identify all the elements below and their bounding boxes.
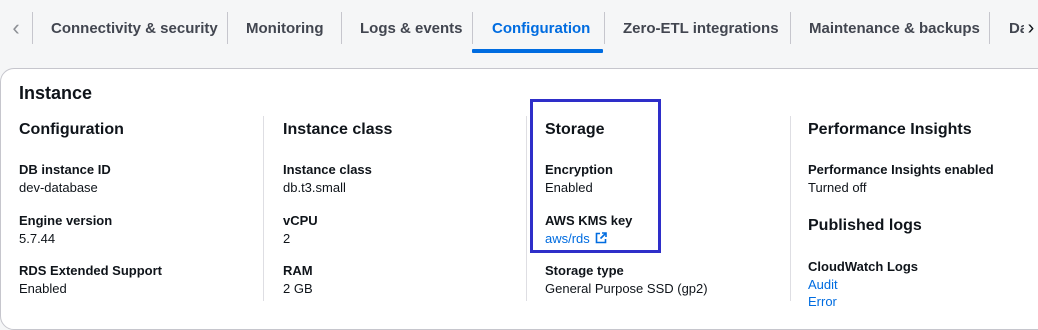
tab-connectivity-security[interactable]: Connectivity & security <box>32 12 237 44</box>
audit-log-link[interactable]: Audit <box>808 277 838 292</box>
storage-type-value: General Purpose SSD (gp2) <box>545 281 708 296</box>
column-divider <box>263 116 264 301</box>
engine-version-label: Engine version <box>19 213 113 228</box>
ram-value: 2 GB <box>283 281 313 296</box>
column-divider <box>526 116 527 301</box>
vcpu-value: 2 <box>283 231 291 246</box>
tab-maintenance-backups[interactable]: Maintenance & backups <box>790 12 999 44</box>
storage-type-label: Storage type <box>545 263 624 278</box>
tab-data[interactable]: Da <box>990 12 1024 44</box>
tab-configuration[interactable]: Configuration <box>473 12 609 44</box>
instance-panel <box>0 68 1038 330</box>
cloudwatch-logs-label: CloudWatch Logs <box>808 259 919 274</box>
configuration-section-title: Configuration <box>19 121 124 138</box>
tab-zero-etl-integrations[interactable]: Zero-ETL integrations <box>604 12 798 44</box>
ram-label: RAM <box>283 263 313 278</box>
tab-logs-events[interactable]: Logs & events <box>341 12 482 44</box>
tab-overflow-clip: Da <box>990 0 1024 56</box>
performance-insights-enabled-value: Turned off <box>808 180 867 195</box>
instance-class-value: db.t3.small <box>283 180 346 195</box>
instance-class-section-title: Instance class <box>283 121 393 138</box>
column-divider <box>790 116 791 301</box>
performance-insights-enabled-label: Performance Insights enabled <box>808 162 994 177</box>
chevron-right-icon[interactable]: › <box>1024 14 1038 42</box>
chevron-left-icon[interactable]: ‹ <box>6 14 26 42</box>
panel-title: Instance <box>19 83 93 103</box>
storage-highlight-box <box>530 99 661 253</box>
active-tab-indicator <box>472 49 603 53</box>
vcpu-label: vCPU <box>283 213 318 228</box>
published-logs-section-title: Published logs <box>808 217 922 234</box>
tab-bar: ‹ Connectivity & security Monitoring Log… <box>0 0 1038 56</box>
db-instance-id-label: DB instance ID <box>19 162 111 177</box>
rds-extended-support-label: RDS Extended Support <box>19 263 163 278</box>
engine-version-value: 5.7.44 <box>19 231 56 246</box>
tab-monitoring[interactable]: Monitoring <box>227 12 342 44</box>
performance-insights-section-title: Performance Insights <box>808 121 972 138</box>
error-log-link[interactable]: Error <box>808 294 837 309</box>
db-instance-id-value: dev-database <box>19 180 98 195</box>
instance-class-label: Instance class <box>283 162 372 177</box>
rds-extended-support-value: Enabled <box>19 281 67 296</box>
